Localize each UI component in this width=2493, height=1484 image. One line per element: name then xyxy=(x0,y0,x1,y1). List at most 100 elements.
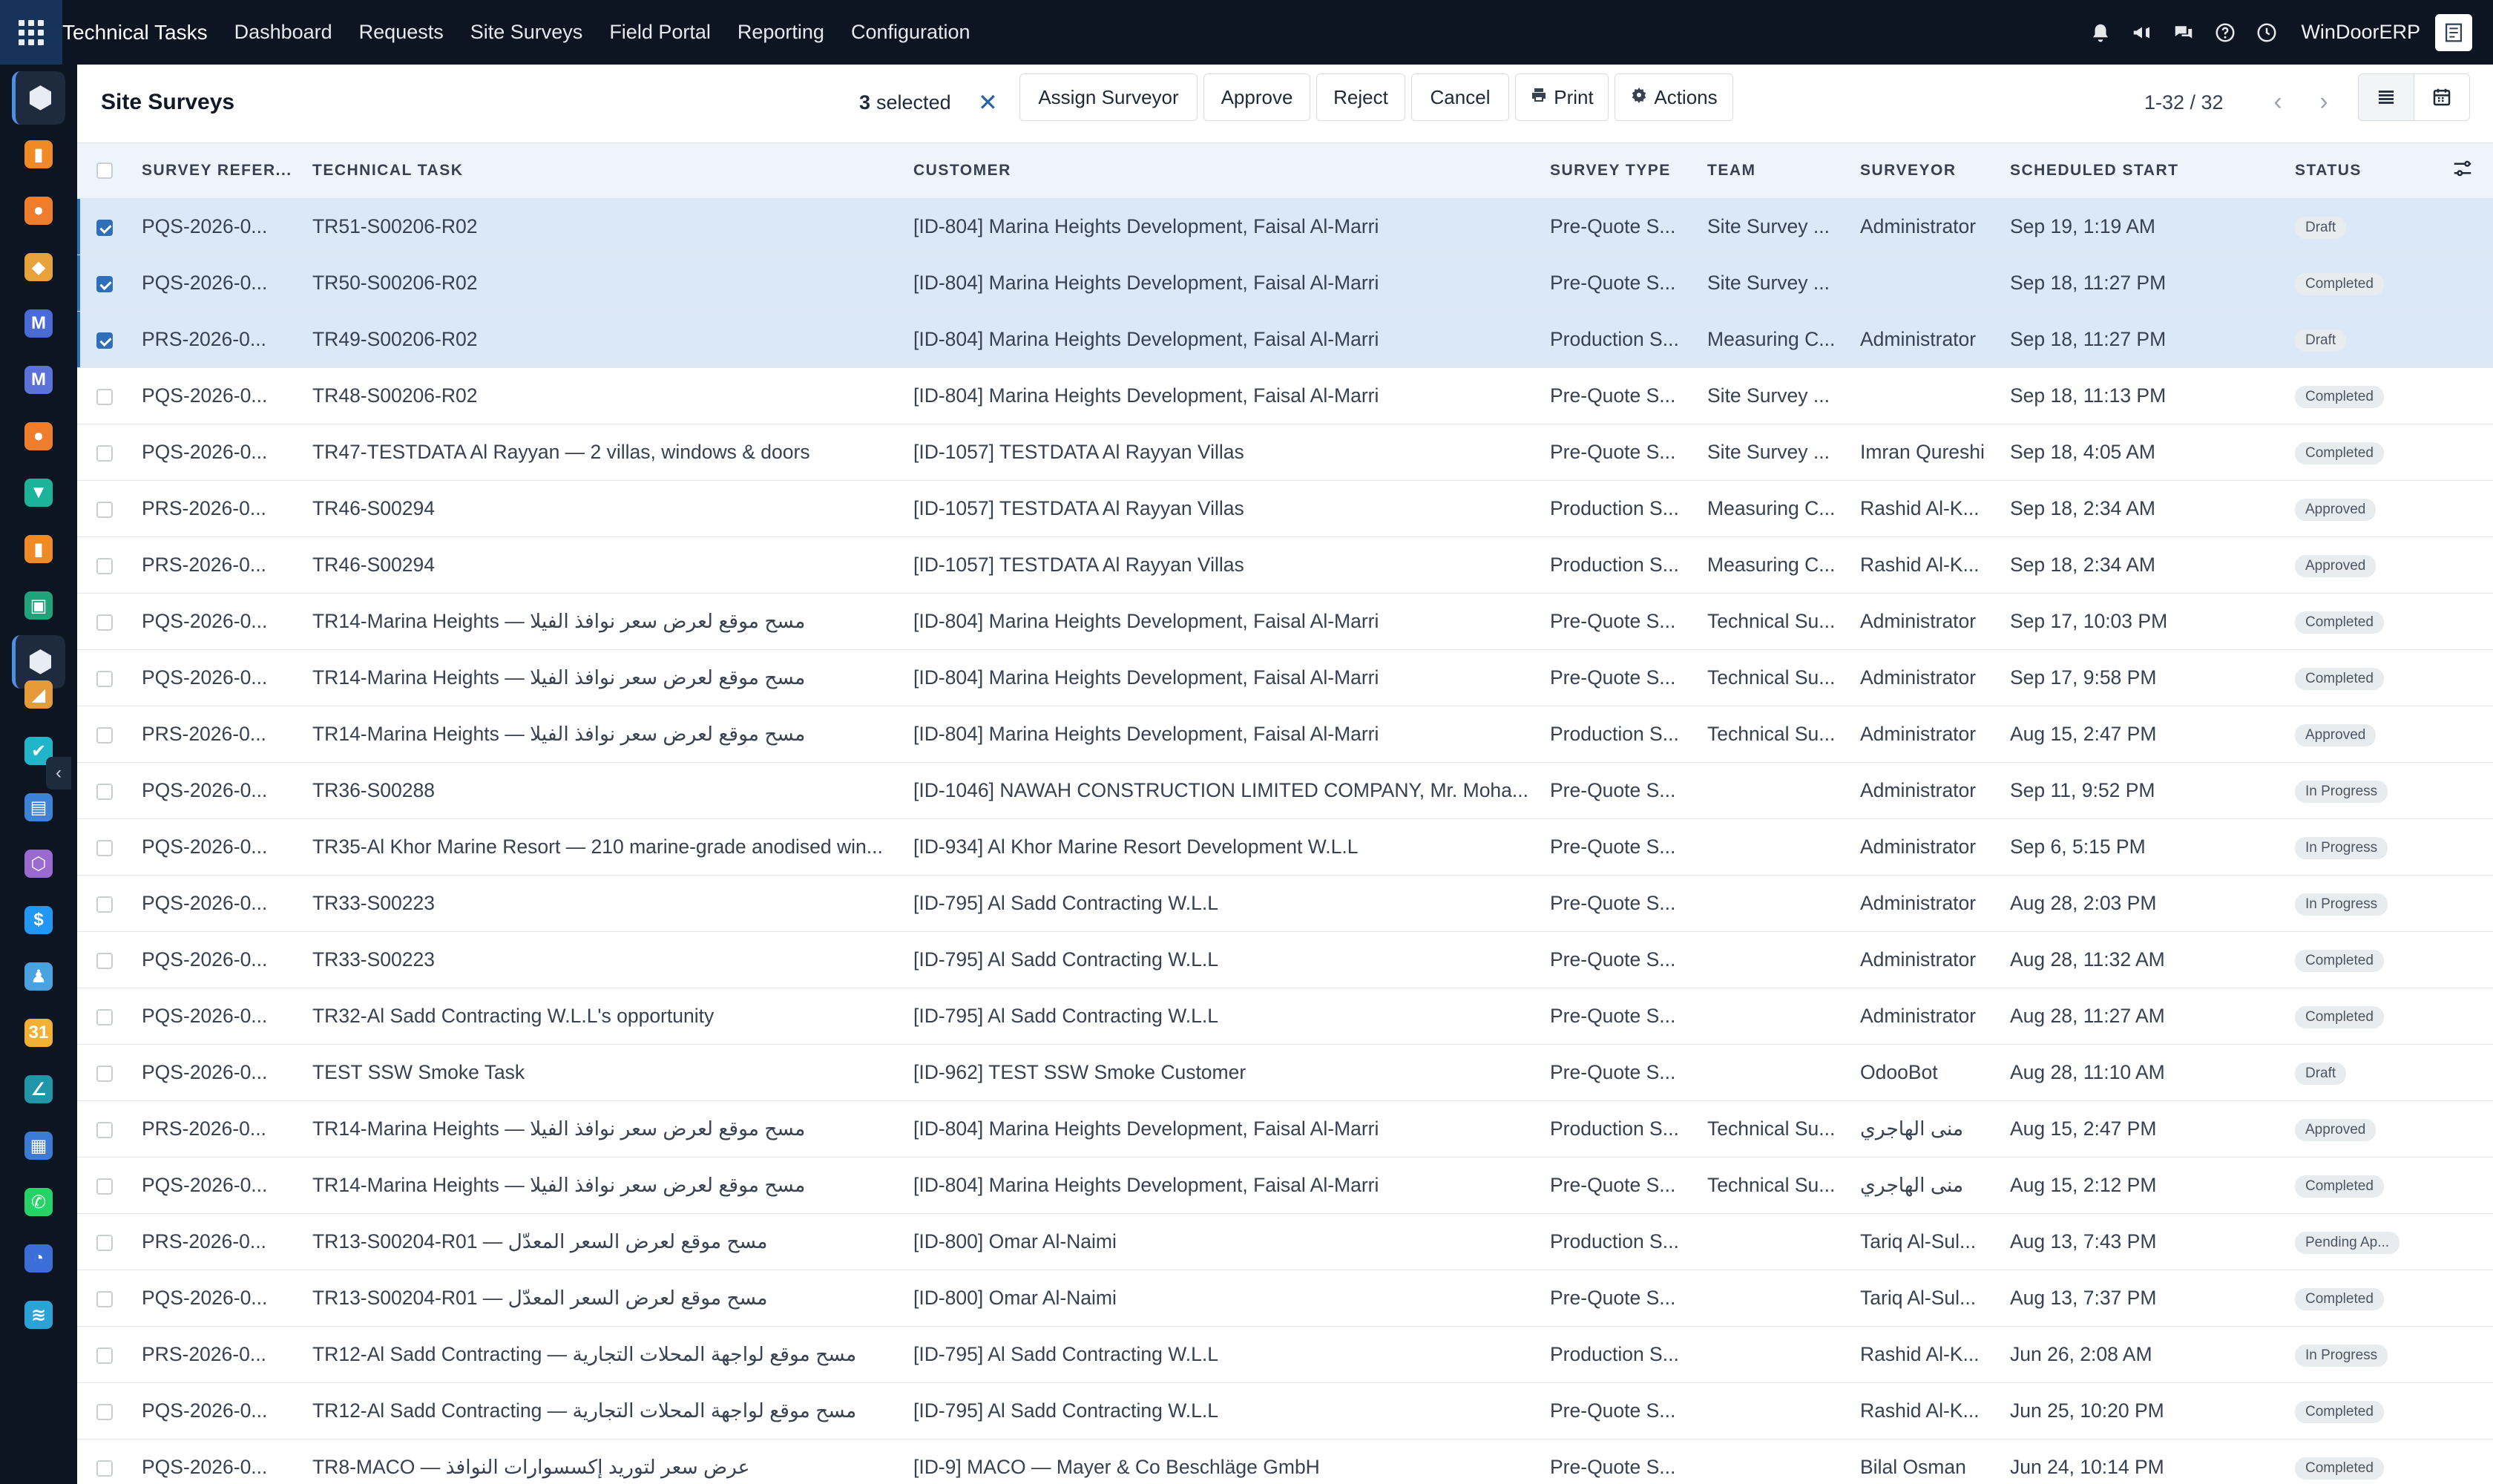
header-status[interactable]: STATUS xyxy=(2295,143,2428,199)
actions-button[interactable]: Actions xyxy=(1615,73,1733,121)
clock-icon[interactable] xyxy=(2249,15,2285,50)
menu-site-surveys[interactable]: Site Surveys xyxy=(470,21,583,44)
menu-dashboard[interactable]: Dashboard xyxy=(234,21,332,44)
calendar-view-button[interactable] xyxy=(2414,73,2470,121)
row-checkbox[interactable] xyxy=(96,783,113,800)
collapse-rail-button[interactable]: ‹ xyxy=(46,757,71,789)
table-row[interactable]: PQS-2026-0... TR14-Marina Heights — مسح م… xyxy=(77,649,2493,706)
contacts-app[interactable]: ▣ xyxy=(12,579,65,632)
reporting-app[interactable]: ▮ xyxy=(12,128,65,181)
header-team[interactable]: TEAM xyxy=(1707,143,1860,199)
user-avatar[interactable] xyxy=(2435,13,2472,51)
print-button[interactable]: Print xyxy=(1515,73,1609,121)
header-scheduled-start[interactable]: SCHEDULED START xyxy=(2010,143,2295,199)
technical-tasks-app[interactable]: ⬢ xyxy=(12,71,65,125)
timesheets-app[interactable]: ◔ xyxy=(12,1232,65,1285)
table-row[interactable]: PRS-2026-0... TR46-S00294 [ID-1057] TESTDA… xyxy=(77,480,2493,536)
cancel-button[interactable]: Cancel xyxy=(1411,73,1509,121)
calendar-app[interactable]: 31 xyxy=(12,1006,65,1060)
dashboards-app[interactable]: ▦ xyxy=(12,1119,65,1172)
table-row[interactable]: PRS-2026-0... TR14-Marina Heights — مسح م… xyxy=(77,1100,2493,1157)
employees-app[interactable]: ♟ xyxy=(12,950,65,1003)
row-checkbox[interactable] xyxy=(96,1234,113,1251)
reject-button[interactable]: Reject xyxy=(1316,73,1405,121)
table-row[interactable]: PRS-2026-0... TR12-Al Sadd Contracting — … xyxy=(77,1326,2493,1382)
pager-next-icon[interactable]: › xyxy=(2303,81,2345,122)
row-checkbox[interactable] xyxy=(96,614,113,631)
row-checkbox[interactable] xyxy=(96,1121,113,1138)
column-settings-icon[interactable] xyxy=(2451,157,2474,180)
pager-previous-icon[interactable]: ‹ xyxy=(2257,81,2299,122)
app-brand[interactable]: Technical Tasks xyxy=(62,21,208,45)
company-name[interactable]: WinDoorERP xyxy=(2301,21,2420,44)
table-row[interactable]: PQS-2026-0... TR51-S00206-R02 [ID-804] Mar… xyxy=(77,198,2493,255)
table-row[interactable]: PRS-2026-0... TR49-S00206-R02 [ID-804] Mar… xyxy=(77,311,2493,367)
table-row[interactable]: PQS-2026-0... TR47-TESTDATA Al Rayyan — 2… xyxy=(77,424,2493,480)
live-chat-app[interactable]: ● xyxy=(12,410,65,463)
table-row[interactable]: PQS-2026-0... TR33-S00223 [ID-795] Al Sadd… xyxy=(77,875,2493,931)
table-row[interactable]: PRS-2026-0... TR13-S00204-R01 — مسح موقع … xyxy=(77,1213,2493,1270)
whatsapp-app[interactable]: ✆ xyxy=(12,1175,65,1229)
menu-configuration[interactable]: Configuration xyxy=(851,21,970,44)
header-technical-task[interactable]: TECHNICAL TASK xyxy=(312,143,913,199)
website-app[interactable]: ◆ xyxy=(12,240,65,294)
table-row[interactable]: PRS-2026-0... TR14-Marina Heights — مسح م… xyxy=(77,706,2493,762)
row-checkbox[interactable] xyxy=(96,1460,113,1477)
help-icon[interactable] xyxy=(2207,15,2243,50)
table-row[interactable]: PQS-2026-0... TR12-Al Sadd Contracting — … xyxy=(77,1382,2493,1439)
app-switcher-button[interactable] xyxy=(0,0,62,65)
row-checkbox[interactable] xyxy=(96,896,113,913)
table-row[interactable]: PQS-2026-0... TR33-S00223 [ID-795] Al Sadd… xyxy=(77,931,2493,988)
sales-app[interactable]: ▮ xyxy=(12,522,65,576)
row-checkbox[interactable] xyxy=(96,1008,113,1025)
invoicing-app[interactable]: $ xyxy=(12,893,65,947)
table-row[interactable]: PQS-2026-0... TR36-S00288 [ID-1046] NAWAH … xyxy=(77,762,2493,818)
row-checkbox[interactable] xyxy=(96,839,113,856)
clear-selection-icon[interactable]: ✕ xyxy=(978,85,998,119)
row-checkbox[interactable] xyxy=(96,670,113,687)
row-checkbox[interactable] xyxy=(96,444,113,462)
header-customer[interactable]: CUSTOMER xyxy=(913,143,1550,199)
row-checkbox[interactable] xyxy=(96,275,113,292)
table-row[interactable]: PQS-2026-0... TEST SSW Smoke Task [ID-962]… xyxy=(77,1044,2493,1100)
mail-marketing-app[interactable]: M xyxy=(12,353,65,407)
table-row[interactable]: PQS-2026-0... TR8-MACO — عرض سعر لتوريد إ… xyxy=(77,1439,2493,1484)
odoo-app[interactable]: ≋ xyxy=(12,1288,65,1342)
header-survey-reference[interactable]: SURVEY REFER... xyxy=(142,143,312,199)
bell-icon[interactable] xyxy=(2083,15,2118,50)
menu-reporting[interactable]: Reporting xyxy=(738,21,824,44)
list-view-button[interactable] xyxy=(2358,73,2414,121)
row-checkbox[interactable] xyxy=(96,332,113,349)
select-all-checkbox[interactable] xyxy=(96,162,113,180)
manufacturing-app[interactable]: ⬡ xyxy=(12,837,65,890)
megaphone-icon[interactable] xyxy=(2124,15,2160,50)
discuss-app[interactable]: ● xyxy=(12,184,65,237)
row-checkbox[interactable] xyxy=(96,1065,113,1082)
row-checkbox[interactable] xyxy=(96,219,113,236)
table-row[interactable]: PQS-2026-0... TR14-Marina Heights — مسح م… xyxy=(77,1157,2493,1213)
approve-button[interactable]: Approve xyxy=(1203,73,1310,121)
menu-field-portal[interactable]: Field Portal xyxy=(609,21,711,44)
sign-app[interactable]: ∠ xyxy=(12,1063,65,1116)
row-checkbox[interactable] xyxy=(96,952,113,969)
row-checkbox[interactable] xyxy=(96,501,113,518)
row-checkbox[interactable] xyxy=(96,1403,113,1420)
header-survey-type[interactable]: SURVEY TYPE xyxy=(1550,143,1707,199)
row-checkbox[interactable] xyxy=(96,1347,113,1364)
row-checkbox[interactable] xyxy=(96,557,113,574)
row-checkbox[interactable] xyxy=(96,1290,113,1307)
table-row[interactable]: PQS-2026-0... TR14-Marina Heights — مسح م… xyxy=(77,593,2493,649)
table-row[interactable]: PRS-2026-0... TR46-S00294 [ID-1057] TESTDA… xyxy=(77,536,2493,593)
chat-icon[interactable] xyxy=(2166,15,2201,50)
table-row[interactable]: PQS-2026-0... TR35-Al Khor Marine Resort … xyxy=(77,818,2493,875)
assign-surveyor-button[interactable]: Assign Surveyor xyxy=(1019,73,1198,121)
row-checkbox[interactable] xyxy=(96,726,113,743)
table-row[interactable]: PQS-2026-0... TR50-S00206-R02 [ID-804] Mar… xyxy=(77,255,2493,311)
pager-value[interactable]: 1-32 / 32 xyxy=(2144,85,2224,119)
row-checkbox[interactable] xyxy=(96,388,113,405)
mail-app[interactable]: M xyxy=(12,297,65,350)
table-row[interactable]: PQS-2026-0... TR13-S00204-R01 — مسح موقع … xyxy=(77,1270,2493,1326)
table-row[interactable]: PQS-2026-0... TR48-S00206-R02 [ID-804] Mar… xyxy=(77,367,2493,424)
menu-requests[interactable]: Requests xyxy=(359,21,444,44)
table-row[interactable]: PQS-2026-0... TR32-Al Sadd Contracting W.… xyxy=(77,988,2493,1044)
